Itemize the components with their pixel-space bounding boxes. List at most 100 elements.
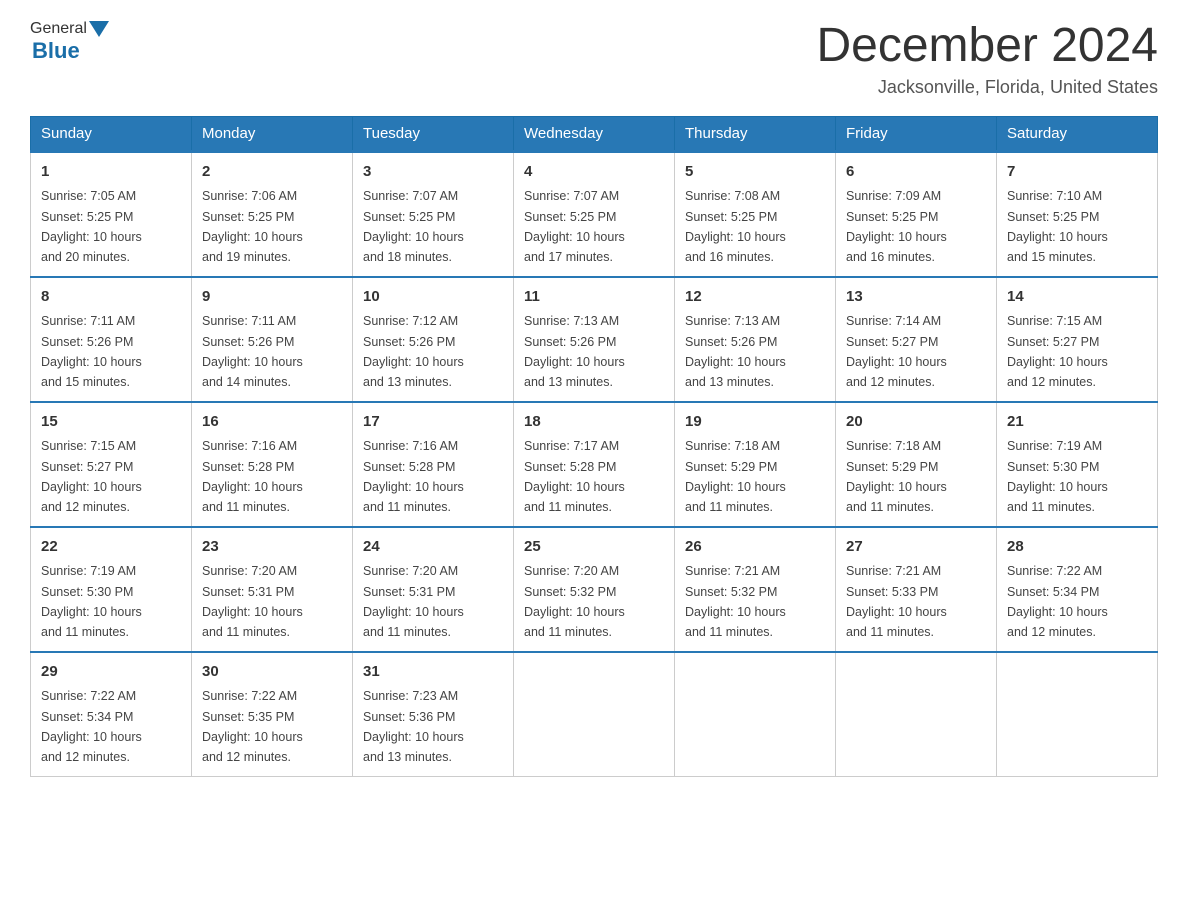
day-info: Sunrise: 7:16 AMSunset: 5:28 PMDaylight:…: [202, 439, 303, 514]
day-number: 5: [685, 161, 825, 184]
calendar-day-cell: 28 Sunrise: 7:22 AMSunset: 5:34 PMDaylig…: [997, 527, 1158, 652]
calendar-day-cell: 18 Sunrise: 7:17 AMSunset: 5:28 PMDaylig…: [514, 402, 675, 527]
calendar-day-cell: 6 Sunrise: 7:09 AMSunset: 5:25 PMDayligh…: [836, 151, 997, 277]
calendar-day-header: Saturday: [997, 116, 1158, 151]
calendar-header-row: SundayMondayTuesdayWednesdayThursdayFrid…: [31, 116, 1158, 151]
calendar-day-cell: 31 Sunrise: 7:23 AMSunset: 5:36 PMDaylig…: [353, 652, 514, 777]
calendar-day-header: Wednesday: [514, 116, 675, 151]
calendar-week-row: 22 Sunrise: 7:19 AMSunset: 5:30 PMDaylig…: [31, 527, 1158, 652]
day-info: Sunrise: 7:15 AMSunset: 5:27 PMDaylight:…: [1007, 314, 1108, 389]
calendar-day-cell: [836, 652, 997, 777]
logo-general-text: General: [30, 20, 87, 38]
day-number: 6: [846, 161, 986, 184]
day-number: 11: [524, 286, 664, 309]
title-section: December 2024 Jacksonville, Florida, Uni…: [816, 20, 1158, 98]
day-number: 24: [363, 536, 503, 559]
day-info: Sunrise: 7:19 AMSunset: 5:30 PMDaylight:…: [1007, 439, 1108, 514]
day-number: 4: [524, 161, 664, 184]
page-header: General Blue December 2024 Jacksonville,…: [30, 20, 1158, 98]
calendar-day-cell: 19 Sunrise: 7:18 AMSunset: 5:29 PMDaylig…: [675, 402, 836, 527]
day-info: Sunrise: 7:22 AMSunset: 5:34 PMDaylight:…: [41, 689, 142, 764]
day-info: Sunrise: 7:07 AMSunset: 5:25 PMDaylight:…: [363, 189, 464, 264]
day-info: Sunrise: 7:18 AMSunset: 5:29 PMDaylight:…: [685, 439, 786, 514]
day-info: Sunrise: 7:14 AMSunset: 5:27 PMDaylight:…: [846, 314, 947, 389]
day-info: Sunrise: 7:05 AMSunset: 5:25 PMDaylight:…: [41, 189, 142, 264]
logo-arrow-icon: [89, 21, 109, 37]
day-info: Sunrise: 7:22 AMSunset: 5:34 PMDaylight:…: [1007, 564, 1108, 639]
calendar-week-row: 1 Sunrise: 7:05 AMSunset: 5:25 PMDayligh…: [31, 151, 1158, 277]
calendar-day-cell: 17 Sunrise: 7:16 AMSunset: 5:28 PMDaylig…: [353, 402, 514, 527]
day-number: 13: [846, 286, 986, 309]
day-number: 16: [202, 411, 342, 434]
day-info: Sunrise: 7:15 AMSunset: 5:27 PMDaylight:…: [41, 439, 142, 514]
day-number: 22: [41, 536, 181, 559]
calendar-day-header: Monday: [192, 116, 353, 151]
day-info: Sunrise: 7:20 AMSunset: 5:32 PMDaylight:…: [524, 564, 625, 639]
calendar-day-cell: 25 Sunrise: 7:20 AMSunset: 5:32 PMDaylig…: [514, 527, 675, 652]
day-info: Sunrise: 7:11 AMSunset: 5:26 PMDaylight:…: [202, 314, 303, 389]
day-info: Sunrise: 7:13 AMSunset: 5:26 PMDaylight:…: [685, 314, 786, 389]
day-info: Sunrise: 7:21 AMSunset: 5:33 PMDaylight:…: [846, 564, 947, 639]
day-info: Sunrise: 7:17 AMSunset: 5:28 PMDaylight:…: [524, 439, 625, 514]
day-number: 19: [685, 411, 825, 434]
calendar-day-cell: 14 Sunrise: 7:15 AMSunset: 5:27 PMDaylig…: [997, 277, 1158, 402]
calendar-day-cell: 4 Sunrise: 7:07 AMSunset: 5:25 PMDayligh…: [514, 151, 675, 277]
day-number: 3: [363, 161, 503, 184]
day-info: Sunrise: 7:09 AMSunset: 5:25 PMDaylight:…: [846, 189, 947, 264]
day-info: Sunrise: 7:19 AMSunset: 5:30 PMDaylight:…: [41, 564, 142, 639]
day-number: 26: [685, 536, 825, 559]
calendar-day-cell: 27 Sunrise: 7:21 AMSunset: 5:33 PMDaylig…: [836, 527, 997, 652]
calendar-day-cell: 16 Sunrise: 7:16 AMSunset: 5:28 PMDaylig…: [192, 402, 353, 527]
calendar-day-cell: 1 Sunrise: 7:05 AMSunset: 5:25 PMDayligh…: [31, 151, 192, 277]
logo: General Blue: [30, 20, 111, 64]
day-number: 28: [1007, 536, 1147, 559]
day-info: Sunrise: 7:07 AMSunset: 5:25 PMDaylight:…: [524, 189, 625, 264]
calendar-week-row: 8 Sunrise: 7:11 AMSunset: 5:26 PMDayligh…: [31, 277, 1158, 402]
calendar-day-cell: 30 Sunrise: 7:22 AMSunset: 5:35 PMDaylig…: [192, 652, 353, 777]
day-number: 10: [363, 286, 503, 309]
day-number: 2: [202, 161, 342, 184]
day-info: Sunrise: 7:21 AMSunset: 5:32 PMDaylight:…: [685, 564, 786, 639]
calendar-day-cell: 12 Sunrise: 7:13 AMSunset: 5:26 PMDaylig…: [675, 277, 836, 402]
day-info: Sunrise: 7:10 AMSunset: 5:25 PMDaylight:…: [1007, 189, 1108, 264]
calendar-day-cell: [514, 652, 675, 777]
day-number: 23: [202, 536, 342, 559]
day-number: 7: [1007, 161, 1147, 184]
calendar-day-header: Thursday: [675, 116, 836, 151]
day-info: Sunrise: 7:08 AMSunset: 5:25 PMDaylight:…: [685, 189, 786, 264]
calendar-day-cell: 7 Sunrise: 7:10 AMSunset: 5:25 PMDayligh…: [997, 151, 1158, 277]
calendar-day-cell: 5 Sunrise: 7:08 AMSunset: 5:25 PMDayligh…: [675, 151, 836, 277]
day-number: 25: [524, 536, 664, 559]
day-number: 9: [202, 286, 342, 309]
day-number: 29: [41, 661, 181, 684]
day-number: 14: [1007, 286, 1147, 309]
day-number: 15: [41, 411, 181, 434]
day-info: Sunrise: 7:11 AMSunset: 5:26 PMDaylight:…: [41, 314, 142, 389]
calendar-day-cell: 23 Sunrise: 7:20 AMSunset: 5:31 PMDaylig…: [192, 527, 353, 652]
calendar-day-cell: 10 Sunrise: 7:12 AMSunset: 5:26 PMDaylig…: [353, 277, 514, 402]
day-info: Sunrise: 7:22 AMSunset: 5:35 PMDaylight:…: [202, 689, 303, 764]
calendar-day-cell: 3 Sunrise: 7:07 AMSunset: 5:25 PMDayligh…: [353, 151, 514, 277]
day-info: Sunrise: 7:16 AMSunset: 5:28 PMDaylight:…: [363, 439, 464, 514]
calendar-day-cell: 13 Sunrise: 7:14 AMSunset: 5:27 PMDaylig…: [836, 277, 997, 402]
calendar-day-cell: [675, 652, 836, 777]
calendar-day-cell: 21 Sunrise: 7:19 AMSunset: 5:30 PMDaylig…: [997, 402, 1158, 527]
calendar-day-cell: 24 Sunrise: 7:20 AMSunset: 5:31 PMDaylig…: [353, 527, 514, 652]
calendar-day-cell: 20 Sunrise: 7:18 AMSunset: 5:29 PMDaylig…: [836, 402, 997, 527]
day-info: Sunrise: 7:13 AMSunset: 5:26 PMDaylight:…: [524, 314, 625, 389]
day-number: 20: [846, 411, 986, 434]
logo-blue-text: Blue: [32, 38, 80, 63]
day-number: 12: [685, 286, 825, 309]
calendar-table: SundayMondayTuesdayWednesdayThursdayFrid…: [30, 116, 1158, 777]
day-number: 21: [1007, 411, 1147, 434]
calendar-day-cell: 29 Sunrise: 7:22 AMSunset: 5:34 PMDaylig…: [31, 652, 192, 777]
day-info: Sunrise: 7:18 AMSunset: 5:29 PMDaylight:…: [846, 439, 947, 514]
day-number: 17: [363, 411, 503, 434]
calendar-day-cell: 15 Sunrise: 7:15 AMSunset: 5:27 PMDaylig…: [31, 402, 192, 527]
calendar-day-cell: 2 Sunrise: 7:06 AMSunset: 5:25 PMDayligh…: [192, 151, 353, 277]
calendar-day-header: Tuesday: [353, 116, 514, 151]
day-number: 18: [524, 411, 664, 434]
day-number: 1: [41, 161, 181, 184]
calendar-day-cell: 8 Sunrise: 7:11 AMSunset: 5:26 PMDayligh…: [31, 277, 192, 402]
day-number: 27: [846, 536, 986, 559]
